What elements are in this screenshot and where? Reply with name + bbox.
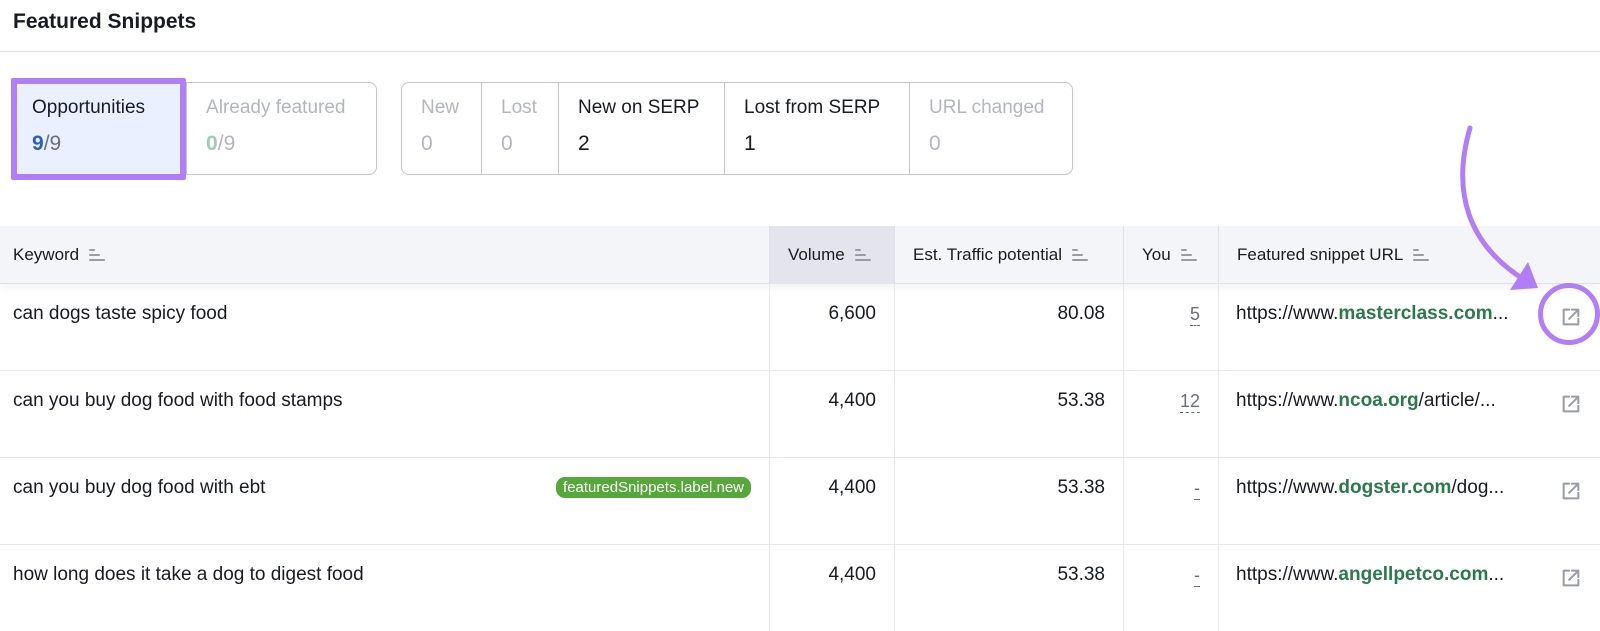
snippet-url[interactable]: https://www.masterclass.com...	[1236, 303, 1508, 325]
table-row[interactable]: can you buy dog food with food stamps 4,…	[0, 371, 1600, 458]
volume-cell: 4,400	[770, 371, 895, 458]
column-url-label: Featured snippet URL	[1237, 245, 1404, 264]
snippet-url[interactable]: https://www.dogster.com/dog...	[1236, 477, 1504, 499]
sort-icon[interactable]	[1413, 248, 1430, 262]
keyword-text[interactable]: how long does it take a dog to digest fo…	[13, 564, 364, 586]
tab-new[interactable]: New 0	[402, 83, 482, 174]
tab-new-on-serp-label: New on SERP	[578, 97, 700, 118]
snippet-status-tabs: Opportunities 9/9 Already featured 0/9	[12, 82, 377, 175]
you-position[interactable]: 12	[1179, 390, 1200, 413]
volume-value: 4,400	[828, 390, 876, 411]
url-cell: https://www.masterclass.com...	[1219, 284, 1600, 371]
keyword-text[interactable]: can you buy dog food with ebt	[13, 477, 265, 499]
column-volume-label: Volume	[788, 245, 845, 264]
traffic-cell: 80.08	[895, 284, 1124, 371]
tab-new-label: New	[421, 97, 460, 118]
tab-lost-from-serp-label: Lost from SERP	[744, 97, 881, 118]
url-cell: https://www.angellpetco.com...	[1219, 545, 1600, 631]
external-link-icon[interactable]	[1560, 480, 1582, 502]
tab-url-changed-label: URL changed	[929, 97, 1045, 118]
external-link-icon[interactable]	[1560, 567, 1582, 589]
you-cell: 5	[1124, 284, 1219, 371]
tab-opportunities-label: Opportunities	[32, 97, 146, 118]
page-title: Featured Snippets	[13, 10, 197, 33]
volume-cell: 4,400	[770, 545, 895, 631]
volume-value: 6,600	[828, 303, 876, 324]
you-position[interactable]: -	[1194, 477, 1200, 500]
column-volume[interactable]: Volume	[770, 226, 895, 284]
new-badge: featuredSnippets.label.new	[556, 477, 751, 498]
table-row[interactable]: can you buy dog food with ebt featuredSn…	[0, 458, 1600, 545]
traffic-value: 53.38	[1057, 390, 1105, 411]
volume-value: 4,400	[828, 477, 876, 498]
tab-opportunities[interactable]: Opportunities 9/9	[13, 83, 188, 174]
keyword-text[interactable]: can you buy dog food with food stamps	[13, 390, 343, 412]
external-link-icon[interactable]	[1560, 393, 1582, 415]
tab-already-featured-count: 0/9	[206, 132, 236, 155]
sort-icon[interactable]	[1071, 248, 1088, 262]
traffic-value: 53.38	[1057, 564, 1105, 585]
you-cell: -	[1124, 458, 1219, 545]
title-bar: Featured Snippets	[0, 0, 1600, 52]
you-cell: -	[1124, 545, 1219, 631]
tab-url-changed-value: 0	[929, 132, 941, 155]
volume-cell: 6,600	[770, 284, 895, 371]
column-traffic-label: Est. Traffic potential	[913, 245, 1062, 264]
external-link-icon[interactable]	[1560, 306, 1582, 328]
table-row[interactable]: how long does it take a dog to digest fo…	[0, 545, 1600, 631]
volume-value: 4,400	[828, 564, 876, 585]
column-keyword[interactable]: Keyword	[0, 226, 770, 284]
table-header: Keyword Volume Est. Traffic potential Yo…	[0, 226, 1600, 284]
you-position[interactable]: 5	[1189, 303, 1200, 326]
snippet-url[interactable]: https://www.ncoa.org/article/...	[1236, 390, 1496, 412]
volume-cell: 4,400	[770, 458, 895, 545]
traffic-cell: 53.38	[895, 371, 1124, 458]
traffic-cell: 53.38	[895, 545, 1124, 631]
tab-new-on-serp[interactable]: New on SERP 2	[559, 83, 725, 174]
column-url[interactable]: Featured snippet URL	[1219, 226, 1600, 284]
column-you-label: You	[1142, 245, 1171, 264]
table-body: can dogs taste spicy food 6,600 80.08 5 …	[0, 284, 1600, 631]
tab-already-featured-label: Already featured	[206, 97, 346, 118]
tab-new-on-serp-value: 2	[578, 132, 590, 155]
url-cell: https://www.ncoa.org/article/...	[1219, 371, 1600, 458]
snippet-url[interactable]: https://www.angellpetco.com...	[1236, 564, 1504, 586]
tab-new-value: 0	[421, 132, 433, 155]
keyword-cell: how long does it take a dog to digest fo…	[0, 545, 770, 631]
column-you[interactable]: You	[1124, 226, 1219, 284]
traffic-value: 80.08	[1057, 303, 1105, 324]
column-traffic[interactable]: Est. Traffic potential	[895, 226, 1124, 284]
column-keyword-label: Keyword	[13, 245, 80, 264]
traffic-value: 53.38	[1057, 477, 1105, 498]
sort-icon[interactable]	[854, 248, 871, 262]
serp-change-tabs: New 0 Lost 0 New on SERP 2 Lost from SER…	[401, 82, 1073, 175]
you-position[interactable]: -	[1194, 564, 1200, 587]
snippets-table: Keyword Volume Est. Traffic potential Yo…	[0, 226, 1600, 631]
tab-lost-value: 0	[501, 132, 513, 155]
traffic-cell: 53.38	[895, 458, 1124, 545]
sort-icon[interactable]	[1180, 248, 1197, 262]
table-row[interactable]: can dogs taste spicy food 6,600 80.08 5 …	[0, 284, 1600, 371]
keyword-cell: can dogs taste spicy food	[0, 284, 770, 371]
tab-url-changed[interactable]: URL changed 0	[910, 83, 1072, 174]
tab-already-featured[interactable]: Already featured 0/9	[187, 83, 376, 174]
tab-lost[interactable]: Lost 0	[482, 83, 559, 174]
tab-opportunities-count: 9/9	[32, 132, 62, 155]
url-cell: https://www.dogster.com/dog...	[1219, 458, 1600, 545]
sort-icon[interactable]	[89, 248, 106, 262]
keyword-text[interactable]: can dogs taste spicy food	[13, 303, 227, 325]
tab-lost-label: Lost	[501, 97, 537, 118]
keyword-cell: can you buy dog food with food stamps	[0, 371, 770, 458]
tab-lost-from-serp[interactable]: Lost from SERP 1	[725, 83, 910, 174]
you-cell: 12	[1124, 371, 1219, 458]
keyword-cell: can you buy dog food with ebt featuredSn…	[0, 458, 770, 545]
tab-lost-from-serp-value: 1	[744, 132, 756, 155]
